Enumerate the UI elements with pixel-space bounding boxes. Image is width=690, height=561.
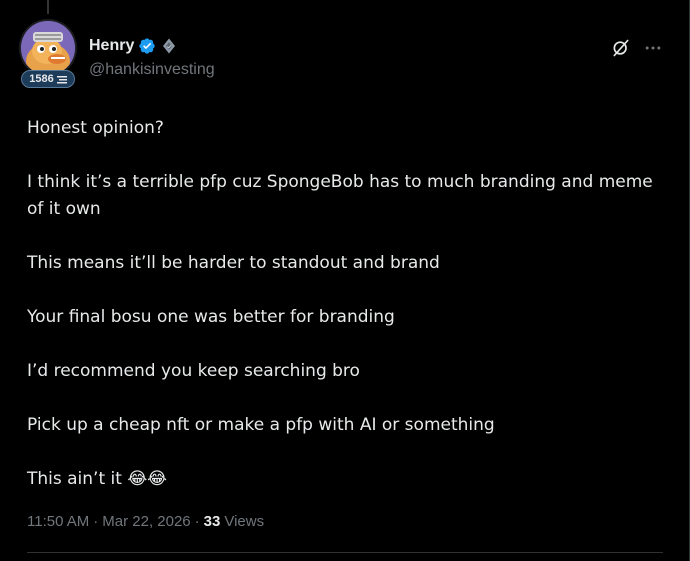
avatar-image — [21, 21, 75, 75]
views-count[interactable]: 33 — [204, 513, 221, 530]
more-options-icon[interactable] — [643, 38, 663, 58]
display-name[interactable]: Henry — [89, 37, 134, 55]
badge-count-value: 1586 — [29, 73, 54, 85]
grok-icon[interactable] — [611, 38, 631, 58]
verified-badge-icon[interactable] — [138, 37, 156, 55]
tweet-paragraph: This ain’t it 😂😂 — [27, 469, 168, 489]
tweet-paragraph: Honest opinion? — [27, 118, 164, 138]
thread-connector-line — [47, 0, 49, 14]
tweet-date[interactable]: Mar 22, 2026 — [102, 513, 190, 530]
tweet-text: Honest opinion? I think it’s a terrible … — [27, 115, 667, 493]
tweet-paragraph: Pick up a cheap nft or make a pfp with A… — [27, 415, 495, 435]
tweet-paragraph: I’d recommend you keep searching bro — [27, 361, 360, 381]
tweet-paragraph: This means it’ll be harder to standout a… — [27, 253, 440, 273]
meta-separator: · — [93, 513, 99, 530]
author-name-row: Henry — [89, 36, 178, 56]
lines-icon — [56, 75, 67, 84]
meta-separator: · — [194, 513, 200, 530]
tweet-paragraph: I think it’s a terrible pfp cuz SpongeBo… — [27, 172, 653, 219]
tweet-meta: 11:50 AM · Mar 22, 2026 · 33 Views — [27, 513, 264, 530]
avatar[interactable] — [21, 21, 75, 75]
views-label: Views — [224, 513, 265, 530]
affiliate-badge-icon[interactable] — [160, 37, 178, 55]
divider — [27, 552, 663, 553]
tweet-time[interactable]: 11:50 AM — [27, 513, 89, 530]
tweet-paragraph: Your final bosu one was better for brand… — [27, 307, 395, 327]
subscriber-badge[interactable]: 1586 — [21, 70, 75, 88]
author-handle[interactable]: @hankisinvesting — [89, 61, 215, 79]
